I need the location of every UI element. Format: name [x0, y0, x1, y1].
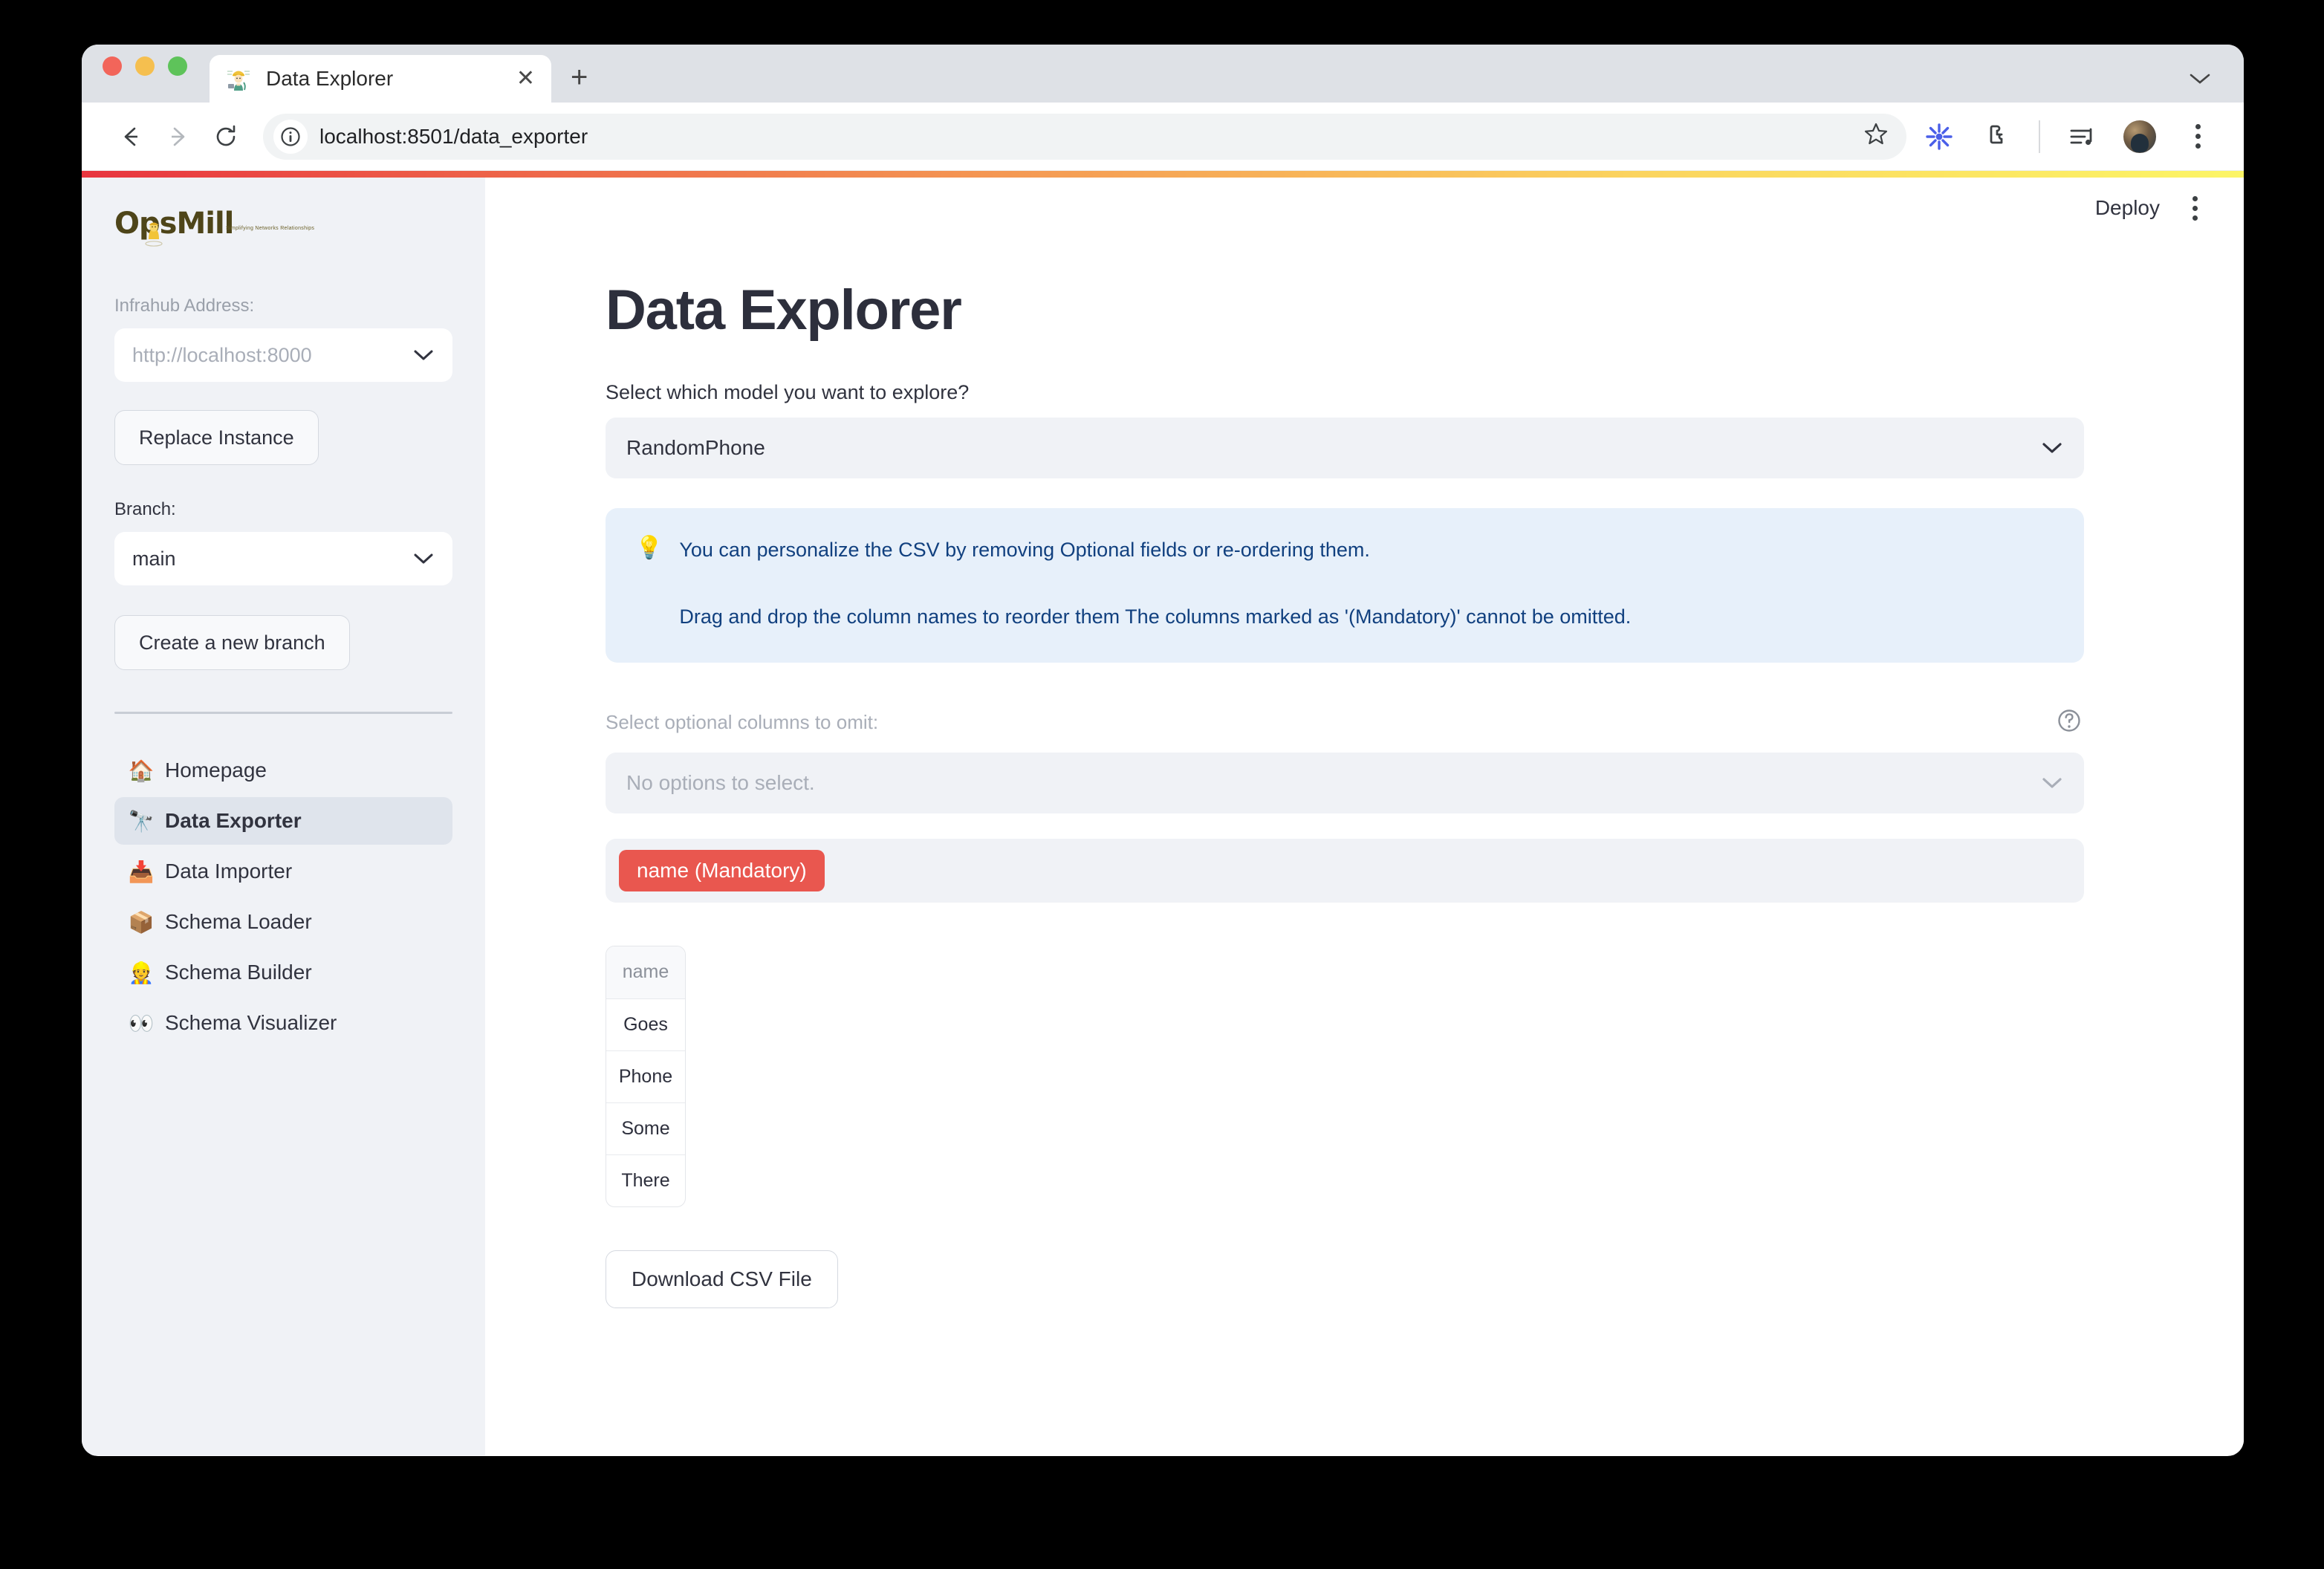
builder-avatar-favicon	[226, 66, 251, 91]
sidebar-nav: 🏠 Homepage 🔭 Data Exporter 📥 Data Import…	[114, 747, 452, 1047]
info-callout-text: You can personalize the CSV by removing …	[679, 535, 1631, 633]
omit-columns-value: No options to select.	[626, 771, 815, 795]
kebab-menu-icon[interactable]	[2181, 120, 2214, 153]
infrahub-address-label: Infrahub Address:	[114, 296, 452, 316]
sidebar-item-schema-visualizer[interactable]: 👀 Schema Visualizer	[114, 999, 452, 1047]
maximize-window-button[interactable]	[168, 56, 187, 76]
address-bar[interactable]: localhost:8501/data_exporter	[263, 114, 1906, 160]
chevron-down-icon	[412, 548, 435, 571]
omit-columns-select[interactable]: No options to select.	[606, 753, 2084, 813]
close-icon[interactable]: ✕	[516, 68, 535, 90]
preview-table: name Goes Phone Some There	[606, 946, 686, 1207]
logo-text: OpsMill	[114, 207, 233, 241]
omit-columns-label: Select optional columns to omit:	[606, 711, 878, 734]
info-circle-icon[interactable]	[273, 120, 308, 154]
eyes-icon: 👀	[128, 1011, 155, 1036]
accent-gradient-bar	[82, 171, 2244, 178]
inbox-tray-icon: 📥	[128, 860, 155, 884]
info-callout: 💡 You can personalize the CSV by removin…	[606, 508, 2084, 663]
page-title: Data Explorer	[606, 278, 2090, 342]
question-circle-icon[interactable]	[2054, 706, 2084, 739]
column-order-pillbar[interactable]: name (Mandatory)	[606, 839, 2084, 903]
table-row: Goes	[606, 998, 685, 1050]
sidebar-item-schema-builder[interactable]: 👷 Schema Builder	[114, 949, 452, 996]
branch-value: main	[132, 548, 176, 571]
plus-icon[interactable]: +	[571, 62, 588, 92]
table-row: Some	[606, 1102, 685, 1154]
chevron-down-icon	[412, 344, 435, 367]
chevron-down-icon[interactable]	[2189, 68, 2211, 91]
table-row: Phone	[606, 1050, 685, 1102]
sidebar-item-label: Homepage	[165, 758, 267, 782]
house-icon: 🏠	[128, 758, 155, 783]
browser-window: Data Explorer ✕ +	[82, 45, 2244, 1456]
column-pill-mandatory[interactable]: name (Mandatory)	[619, 850, 825, 891]
media-playlist-icon[interactable]	[2065, 120, 2098, 153]
infrahub-address-select[interactable]: http://localhost:8000	[114, 328, 452, 382]
info-line-1: You can personalize the CSV by removing …	[679, 535, 1631, 566]
browser-tab[interactable]: Data Explorer ✕	[210, 55, 551, 103]
sidebar-item-label: Data Importer	[165, 860, 292, 883]
sidebar-item-homepage[interactable]: 🏠 Homepage	[114, 747, 452, 794]
sidebar: OpsMill Simplifying Networks Relationshi…	[82, 171, 485, 1455]
profile-avatar[interactable]	[2123, 120, 2156, 153]
sidebar-item-data-importer[interactable]: 📥 Data Importer	[114, 848, 452, 895]
chevron-down-icon	[2041, 771, 2063, 795]
download-csv-button[interactable]: Download CSV File	[606, 1250, 838, 1308]
close-window-button[interactable]	[103, 56, 122, 76]
logo-tagline: Simplifying Networks Relationships	[226, 226, 314, 231]
tab-strip: Data Explorer ✕ +	[82, 45, 2244, 103]
sidebar-divider	[114, 712, 452, 714]
main-content: Deploy Data Explorer Select which model …	[485, 171, 2244, 1455]
browser-toolbar: localhost:8501/data_exporter	[82, 103, 2244, 171]
model-select[interactable]: RandomPhone	[606, 418, 2084, 478]
app-page: OpsMill Simplifying Networks Relationshi…	[82, 171, 2244, 1455]
url-text: localhost:8501/data_exporter	[319, 125, 588, 149]
arrow-right-icon[interactable]	[155, 113, 202, 160]
window-controls	[103, 45, 187, 103]
replace-instance-button[interactable]: Replace Instance	[114, 410, 319, 465]
minimize-window-button[interactable]	[135, 56, 155, 76]
model-select-label: Select which model you want to explore?	[606, 381, 2090, 404]
telescope-icon: 🔭	[128, 809, 155, 834]
table-column-header: name	[606, 946, 685, 998]
app-header: Deploy	[485, 171, 2244, 245]
reload-icon[interactable]	[202, 113, 250, 160]
infrahub-address-value: http://localhost:8000	[132, 344, 312, 367]
deploy-button[interactable]: Deploy	[2095, 196, 2160, 220]
opsmill-logo: OpsMill Simplifying Networks Relationshi…	[114, 207, 452, 247]
toolbar-divider	[2039, 120, 2040, 153]
star-icon[interactable]	[1863, 121, 1889, 152]
table-row: There	[606, 1154, 685, 1206]
branch-label: Branch:	[114, 499, 452, 520]
sidebar-item-data-exporter[interactable]: 🔭 Data Exporter	[114, 797, 452, 845]
branch-select[interactable]: main	[114, 532, 452, 585]
puzzle-extension-icon[interactable]	[1981, 120, 2013, 153]
arrow-left-icon[interactable]	[107, 113, 155, 160]
chevron-down-icon	[2041, 436, 2063, 460]
lightbulb-icon: 💡	[635, 535, 663, 633]
toolbar-icons	[1923, 120, 2218, 153]
sidebar-item-label: Schema Loader	[165, 910, 312, 934]
sidebar-item-label: Schema Builder	[165, 961, 312, 984]
model-select-value: RandomPhone	[626, 436, 765, 460]
sidebar-item-label: Data Exporter	[165, 809, 302, 833]
construction-worker-icon: 👷	[128, 961, 155, 985]
create-new-branch-button[interactable]: Create a new branch	[114, 615, 350, 670]
logo-mascot-icon	[144, 217, 163, 247]
sidebar-item-schema-loader[interactable]: 📦 Schema Loader	[114, 898, 452, 946]
info-line-2: Drag and drop the column names to reorde…	[679, 602, 1631, 633]
kebab-menu-icon[interactable]	[2192, 196, 2198, 221]
extension-sparkle-icon[interactable]	[1923, 120, 1955, 153]
package-icon: 📦	[128, 910, 155, 935]
omit-columns-row: Select optional columns to omit:	[606, 706, 2084, 739]
tab-title: Data Explorer	[266, 67, 510, 91]
sidebar-item-label: Schema Visualizer	[165, 1011, 337, 1035]
